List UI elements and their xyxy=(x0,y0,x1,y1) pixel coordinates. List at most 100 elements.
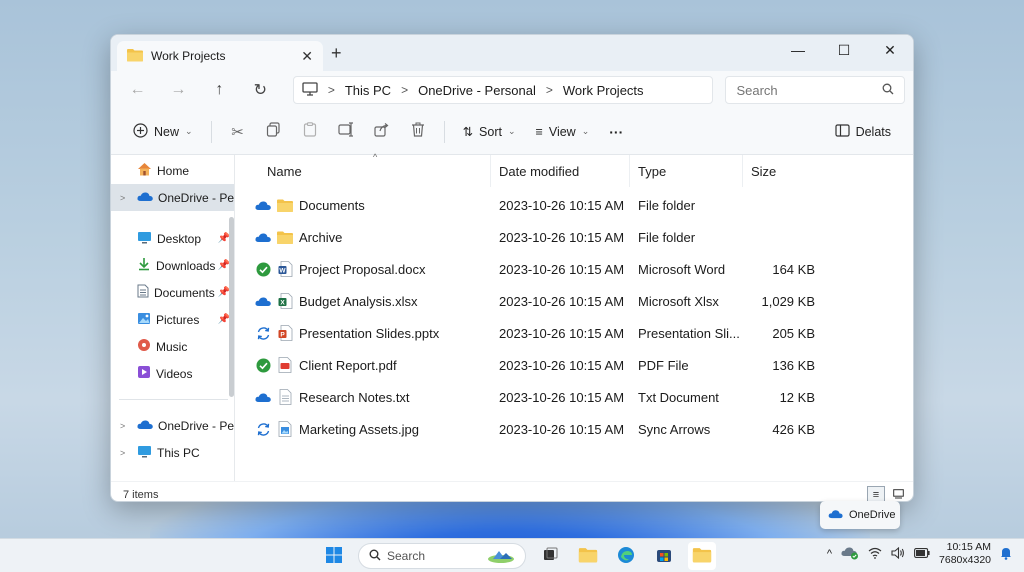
column-header-name[interactable]: Name xyxy=(235,155,491,187)
file-name-cell: W Project Proposal.docx xyxy=(235,261,491,277)
maximize-button[interactable]: ☐ xyxy=(821,35,867,65)
chevron-down-icon: ⌄ xyxy=(581,126,590,136)
taskbar-search[interactable]: Search xyxy=(358,543,526,569)
folder-icon xyxy=(277,229,293,245)
sidebar-item-downloads[interactable]: Downloads 📌 xyxy=(111,252,234,279)
file-name: Project Proposal.docx xyxy=(299,261,426,277)
rename-button[interactable] xyxy=(330,117,362,147)
svg-text:W: W xyxy=(279,268,286,275)
tiles-view-toggle[interactable] xyxy=(889,486,907,501)
powerpoint-icon: P xyxy=(277,325,293,341)
new-tab-button[interactable]: + xyxy=(331,43,342,64)
toolbar-divider xyxy=(443,120,445,143)
task-view-button[interactable] xyxy=(536,542,564,570)
sidebar-item-documents[interactable]: Documents 📌 xyxy=(111,279,234,306)
delete-button[interactable] xyxy=(402,117,434,147)
file-type: File folder xyxy=(638,197,696,213)
column-header-size[interactable]: Size xyxy=(743,155,823,187)
column-header-date[interactable]: Date modified xyxy=(491,155,630,187)
search-input[interactable] xyxy=(736,82,877,98)
file-row[interactable]: Marketing Assets.jpg 2023-10-26 10:15 AM S… xyxy=(235,413,913,445)
breadcrumb-work-projects[interactable]: Work Projects xyxy=(563,83,644,98)
excel-spreadsheet-icon: X xyxy=(277,293,293,309)
sort-label: Sort xyxy=(479,124,502,139)
share-button[interactable] xyxy=(366,117,398,147)
refresh-button[interactable]: ↻ xyxy=(242,76,279,104)
new-button[interactable]: New ⌄ xyxy=(125,117,201,147)
breadcrumb-this-pc[interactable]: This PC xyxy=(345,83,391,98)
sidebar-scrollbar[interactable] xyxy=(229,217,234,397)
sidebar-item-desktop[interactable]: Desktop 📌 xyxy=(111,225,234,252)
battery-icon[interactable] xyxy=(914,547,930,561)
file-explorer-taskbar-button[interactable] xyxy=(574,542,602,570)
chevron-right-icon[interactable]: > xyxy=(120,448,125,458)
onedrive-tray-icon[interactable] xyxy=(841,546,859,563)
tab-title: Work Projects xyxy=(151,49,226,63)
close-window-button[interactable]: ✕ xyxy=(867,35,913,65)
file-row[interactable]: X Budget Analysis.xlsx 2023-10-26 10:15 AM… xyxy=(235,285,913,317)
sidebar-item-this-pc[interactable]: > This PC xyxy=(111,439,234,466)
file-date: 2023-10-26 10:15 AM xyxy=(499,357,625,373)
details-view-icon: ≡ xyxy=(872,489,880,501)
sidebar-item-videos[interactable]: Videos xyxy=(111,360,234,387)
file-row[interactable]: Research Notes.txt 2023-10-26 10:15 AM Txt… xyxy=(235,381,913,413)
copy-button[interactable] xyxy=(258,117,290,147)
sidebar-item-onedrive[interactable]: > OneDrive - Pers xyxy=(111,184,234,211)
tooltip-label: OneDrive xyxy=(849,509,896,521)
back-button[interactable]: ← xyxy=(119,76,156,104)
file-rows: Documents 2023-10-26 10:15 AM File folder A… xyxy=(235,187,913,445)
cut-button[interactable]: ✂ xyxy=(222,117,254,147)
tab-work-projects[interactable]: Work Projects ✕ xyxy=(117,41,323,71)
wifi-icon[interactable] xyxy=(868,547,882,562)
file-row[interactable]: Documents 2023-10-26 10:15 AM File folder xyxy=(235,189,913,221)
view-button[interactable]: ≡ View ⌄ xyxy=(528,117,598,147)
paste-button[interactable] xyxy=(294,117,326,147)
more-options-button[interactable]: ··· xyxy=(601,117,631,147)
sidebar-item-label: Downloads xyxy=(156,258,216,273)
chevron-up-icon[interactable]: ^ xyxy=(827,548,832,560)
forward-button[interactable]: → xyxy=(160,76,197,104)
notification-bell-icon[interactable] xyxy=(1000,546,1012,563)
store-button[interactable] xyxy=(650,542,678,570)
sidebar-item-pictures[interactable]: Pictures 📌 xyxy=(111,306,234,333)
sidebar-item-home[interactable]: Home xyxy=(111,157,234,184)
file-name: Presentation Slides.pptx xyxy=(299,325,440,341)
close-tab-icon[interactable]: ✕ xyxy=(301,48,313,65)
file-row[interactable]: Client Report.pdf 2023-10-26 10:15 AM PDF … xyxy=(235,349,913,381)
breadcrumb-onedrive[interactable]: OneDrive - Personal xyxy=(418,83,536,98)
file-row[interactable]: P Presentation Slides.pptx 2023-10-26 10:1… xyxy=(235,317,913,349)
minimize-button[interactable]: — xyxy=(775,35,821,65)
up-button[interactable]: ↑ xyxy=(201,76,238,104)
sidebar-item-label: OneDrive - Pers xyxy=(158,418,234,433)
volume-icon[interactable] xyxy=(891,546,905,562)
sidebar-item-music[interactable]: Music xyxy=(111,333,234,360)
taskbar-apps: Search xyxy=(320,542,716,570)
sidebar-item-onedrive-personal[interactable]: > OneDrive - Pers xyxy=(111,412,234,439)
windows-logo-icon xyxy=(325,546,343,567)
edge-browser-button[interactable] xyxy=(612,542,640,570)
chevron-right-icon: > xyxy=(327,83,335,97)
file-row[interactable]: W Project Proposal.docx 2023-10-26 10:15 A… xyxy=(235,253,913,285)
synced-check-icon xyxy=(255,261,271,277)
file-name-cell: Documents xyxy=(235,197,491,213)
file-type: Txt Document xyxy=(638,389,719,405)
folder-icon xyxy=(277,197,293,213)
address-bar[interactable]: > This PC > OneDrive - Personal > Work P… xyxy=(292,76,714,104)
view-toggles: ≡ xyxy=(867,486,907,501)
details-pane-button[interactable]: Delats xyxy=(827,117,899,147)
file-explorer-active-button[interactable] xyxy=(688,542,716,570)
start-button[interactable] xyxy=(320,542,348,570)
search-box[interactable] xyxy=(725,76,905,104)
details-view-toggle[interactable]: ≡ xyxy=(867,486,885,501)
file-name-cell: Marketing Assets.jpg xyxy=(235,421,491,437)
column-header-type[interactable]: Type xyxy=(630,155,743,187)
chevron-right-icon: > xyxy=(401,83,409,97)
chevron-right-icon[interactable]: > xyxy=(120,193,125,203)
search-highlight-icon xyxy=(487,547,515,566)
chevron-right-icon[interactable]: > xyxy=(120,421,125,431)
file-row[interactable]: Archive 2023-10-26 10:15 AM File folder xyxy=(235,221,913,253)
scissors-icon: ✂ xyxy=(231,123,244,141)
clock[interactable]: 10:15 AM 7680x4320 xyxy=(939,541,991,567)
sort-button[interactable]: ⇅ Sort ⌄ xyxy=(455,117,524,147)
